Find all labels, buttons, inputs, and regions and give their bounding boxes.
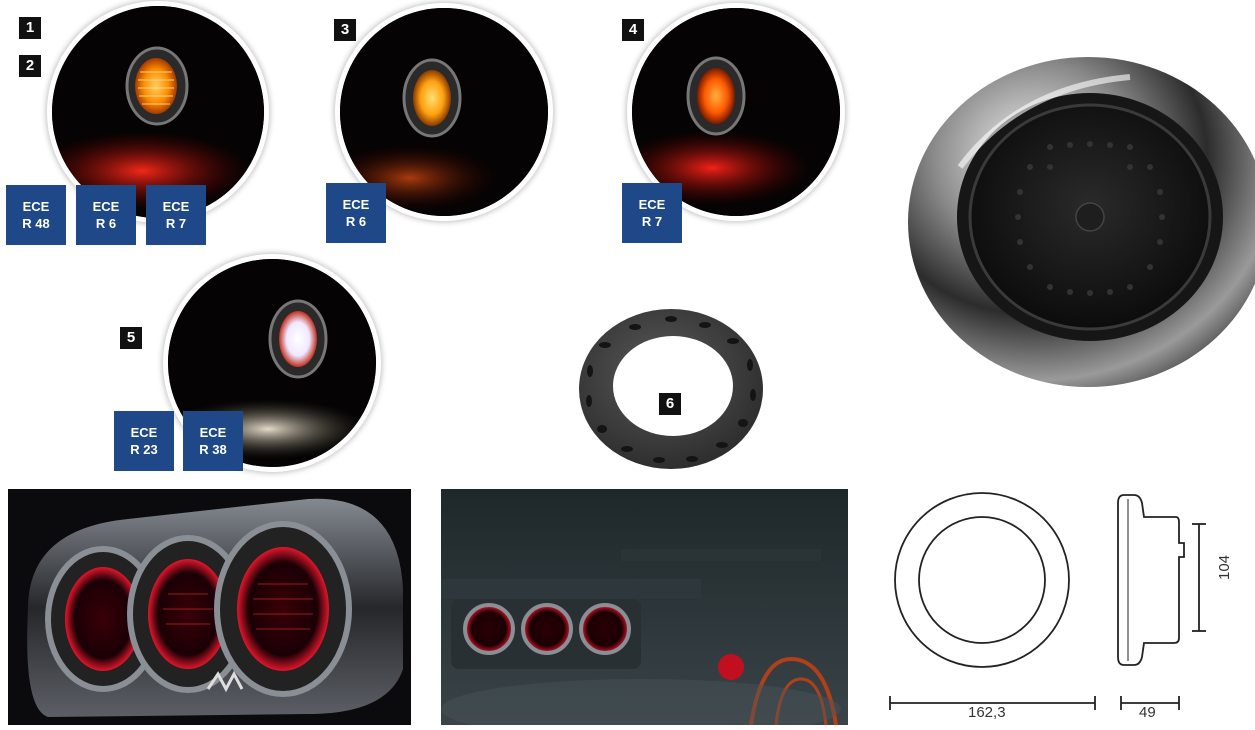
badge-2: 2 bbox=[19, 55, 41, 77]
ece-label: ECE bbox=[22, 199, 50, 214]
ece-label: ECE bbox=[342, 197, 370, 212]
badge-1: 1 bbox=[19, 17, 41, 39]
ece-label: ECE bbox=[92, 199, 120, 214]
ece-reg: R 23 bbox=[130, 442, 158, 457]
dimension-width-label: 162,3 bbox=[968, 704, 1006, 721]
ece-label: ECE bbox=[162, 199, 190, 214]
dimension-depth-label: 49 bbox=[1139, 704, 1156, 721]
ece-label: ECE bbox=[199, 425, 227, 440]
technical-drawing bbox=[876, 487, 1255, 725]
ece-reg: R 6 bbox=[95, 216, 117, 231]
ece-badge-r7: ECE R 7 bbox=[146, 185, 206, 245]
lamp-product-image bbox=[900, 57, 1255, 387]
dimension-height-label: 104 bbox=[1216, 554, 1233, 580]
truck-rear-photo bbox=[441, 489, 848, 725]
gasket-ring-image bbox=[577, 303, 765, 471]
ece-badge-r23: ECE R 23 bbox=[114, 411, 174, 471]
ece-badge-r48: ECE R 48 bbox=[6, 185, 66, 245]
ece-badge-r7-b: ECE R 7 bbox=[622, 183, 682, 243]
badge-4: 4 bbox=[622, 19, 644, 41]
ece-badge-r38: ECE R 38 bbox=[183, 411, 243, 471]
ece-reg: R 6 bbox=[345, 214, 367, 229]
ece-label: ECE bbox=[130, 425, 158, 440]
ece-reg: R 48 bbox=[22, 216, 50, 231]
badge-5: 5 bbox=[120, 327, 142, 349]
badge-3: 3 bbox=[334, 19, 356, 41]
ece-reg: R 7 bbox=[165, 216, 187, 231]
ece-badge-r6-b: ECE R 6 bbox=[326, 183, 386, 243]
ece-label: ECE bbox=[638, 197, 666, 212]
badge-6: 6 bbox=[659, 393, 681, 415]
triple-lamp-photo bbox=[8, 489, 411, 725]
ece-reg: R 38 bbox=[199, 442, 227, 457]
ece-reg: R 7 bbox=[641, 214, 663, 229]
ece-badge-r6: ECE R 6 bbox=[76, 185, 136, 245]
